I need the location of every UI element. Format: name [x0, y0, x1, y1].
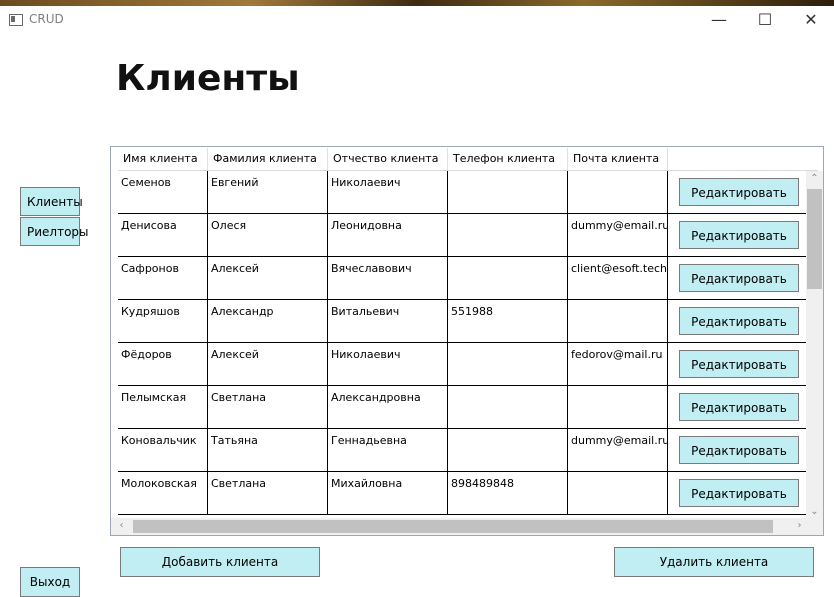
cell-first-name[interactable]: Фёдоров [118, 343, 208, 385]
horizontal-scrollbar[interactable]: ‹ › [111, 518, 823, 535]
cell-phone[interactable] [448, 429, 568, 471]
cell-phone[interactable] [448, 214, 568, 256]
window-titlebar: CRUD — ☐ ✕ [0, 6, 834, 34]
cell-last-name[interactable]: Алексей [208, 343, 328, 385]
edit-button[interactable]: Редактировать [679, 221, 799, 249]
cell-patronymic[interactable]: Александровна [328, 386, 448, 428]
cell-phone[interactable] [448, 386, 568, 428]
cell-patronymic[interactable]: Витальевич [328, 300, 448, 342]
table-row[interactable]: Коновальчик Татьяна Геннадьевна dummy@email… [118, 429, 818, 472]
scroll-right-icon[interactable]: › [791, 520, 808, 531]
cell-patronymic[interactable]: Михайловна [328, 472, 448, 514]
cell-email[interactable] [568, 300, 668, 342]
cell-patronymic[interactable]: Николаевич [328, 171, 448, 213]
cell-first-name[interactable]: Семенов [118, 171, 208, 213]
cell-patronymic[interactable]: Вячеславович [328, 257, 448, 299]
maximize-icon[interactable]: ☐ [742, 6, 788, 34]
edit-button[interactable]: Редактировать [679, 178, 799, 206]
add-client-button[interactable]: Добавить клиента [120, 547, 320, 577]
nav-clients-button[interactable]: Клиенты [20, 187, 83, 216]
edit-button[interactable]: Редактировать [679, 264, 799, 292]
close-icon[interactable]: ✕ [788, 6, 834, 34]
minimize-icon[interactable]: — [696, 6, 742, 34]
cell-first-name[interactable]: Коновальчик [118, 429, 208, 471]
cell-email[interactable]: dummy@email.ru [568, 429, 668, 471]
cell-phone[interactable] [448, 171, 568, 213]
column-header-patronymic[interactable]: Отчество клиента [328, 148, 448, 170]
column-header-phone[interactable]: Телефон клиента [448, 148, 568, 170]
table-row[interactable]: Сафронов Алексей Вячеславович client@esoft.… [118, 257, 818, 300]
clients-table[interactable]: Имя клиента Фамилия клиента Отчество кли… [110, 146, 824, 536]
nav-realtors-button[interactable]: Риелторы [20, 217, 89, 246]
vertical-scroll-thumb[interactable] [807, 189, 822, 289]
edit-button[interactable]: Редактировать [679, 479, 799, 507]
cell-first-name[interactable]: Денисова [118, 214, 208, 256]
cell-last-name[interactable]: Евгений [208, 171, 328, 213]
cell-last-name[interactable]: Светлана [208, 472, 328, 514]
table-row[interactable]: Денисова Олеся Леонидовна dummy@email.ru Ред… [118, 214, 818, 257]
cell-email[interactable] [568, 386, 668, 428]
column-header-last-name[interactable]: Фамилия клиента [208, 148, 328, 170]
cell-first-name[interactable]: Молоковская [118, 472, 208, 514]
cell-first-name[interactable]: Пелымская [118, 386, 208, 428]
scroll-down-icon[interactable]: ⌄ [806, 506, 823, 517]
table-row[interactable]: Кудряшов Александр Витальевич 551988 Редакти… [118, 300, 818, 343]
app-icon [9, 14, 23, 26]
cell-phone[interactable]: 898489848 [448, 472, 568, 514]
cell-email[interactable]: client@esoft.tech [568, 257, 668, 299]
cell-email[interactable]: fedorov@mail.ru [568, 343, 668, 385]
edit-button[interactable]: Редактировать [679, 350, 799, 378]
cell-last-name[interactable]: Светлана [208, 386, 328, 428]
table-row[interactable]: Фёдоров Алексей Николаевич fedorov@mail.ru Р… [118, 343, 818, 386]
cell-phone[interactable] [448, 343, 568, 385]
table-row[interactable]: Пелымская Светлана Александровна Редактиров… [118, 386, 818, 429]
edit-button[interactable]: Редактировать [679, 307, 799, 335]
scroll-left-icon[interactable]: ‹ [113, 520, 130, 531]
cell-first-name[interactable]: Кудряшов [118, 300, 208, 342]
vertical-scrollbar[interactable]: ⌃ ⌄ [806, 171, 823, 519]
horizontal-scroll-thumb[interactable] [133, 520, 773, 533]
column-header-first-name[interactable]: Имя клиента [118, 148, 208, 170]
cell-last-name[interactable]: Олеся [208, 214, 328, 256]
exit-button[interactable]: Выход [20, 567, 80, 597]
cell-email[interactable]: dummy@email.ru [568, 214, 668, 256]
cell-email[interactable] [568, 472, 668, 514]
cell-email[interactable] [568, 171, 668, 213]
column-header-email[interactable]: Почта клиента [568, 148, 668, 170]
edit-button[interactable]: Редактировать [679, 436, 799, 464]
page-title: Клиенты [116, 58, 300, 99]
cell-last-name[interactable]: Татьяна [208, 429, 328, 471]
delete-client-button[interactable]: Удалить клиента [614, 547, 814, 577]
table-header: Имя клиента Фамилия клиента Отчество кли… [118, 148, 818, 171]
window-title: CRUD [29, 12, 64, 26]
cell-patronymic[interactable]: Леонидовна [328, 214, 448, 256]
cell-phone[interactable]: 551988 [448, 300, 568, 342]
table-row[interactable]: Молоковская Светлана Михайловна 898489848 Ре… [118, 472, 818, 515]
cell-last-name[interactable]: Александр [208, 300, 328, 342]
table-row[interactable]: Семенов Евгений Николаевич Редактировать [118, 171, 818, 214]
cell-phone[interactable] [448, 257, 568, 299]
cell-patronymic[interactable]: Николаевич [328, 343, 448, 385]
cell-patronymic[interactable]: Геннадьевна [328, 429, 448, 471]
cell-last-name[interactable]: Алексей [208, 257, 328, 299]
edit-button[interactable]: Редактировать [679, 393, 799, 421]
cell-first-name[interactable]: Сафронов [118, 257, 208, 299]
scroll-up-icon[interactable]: ⌃ [806, 173, 823, 184]
